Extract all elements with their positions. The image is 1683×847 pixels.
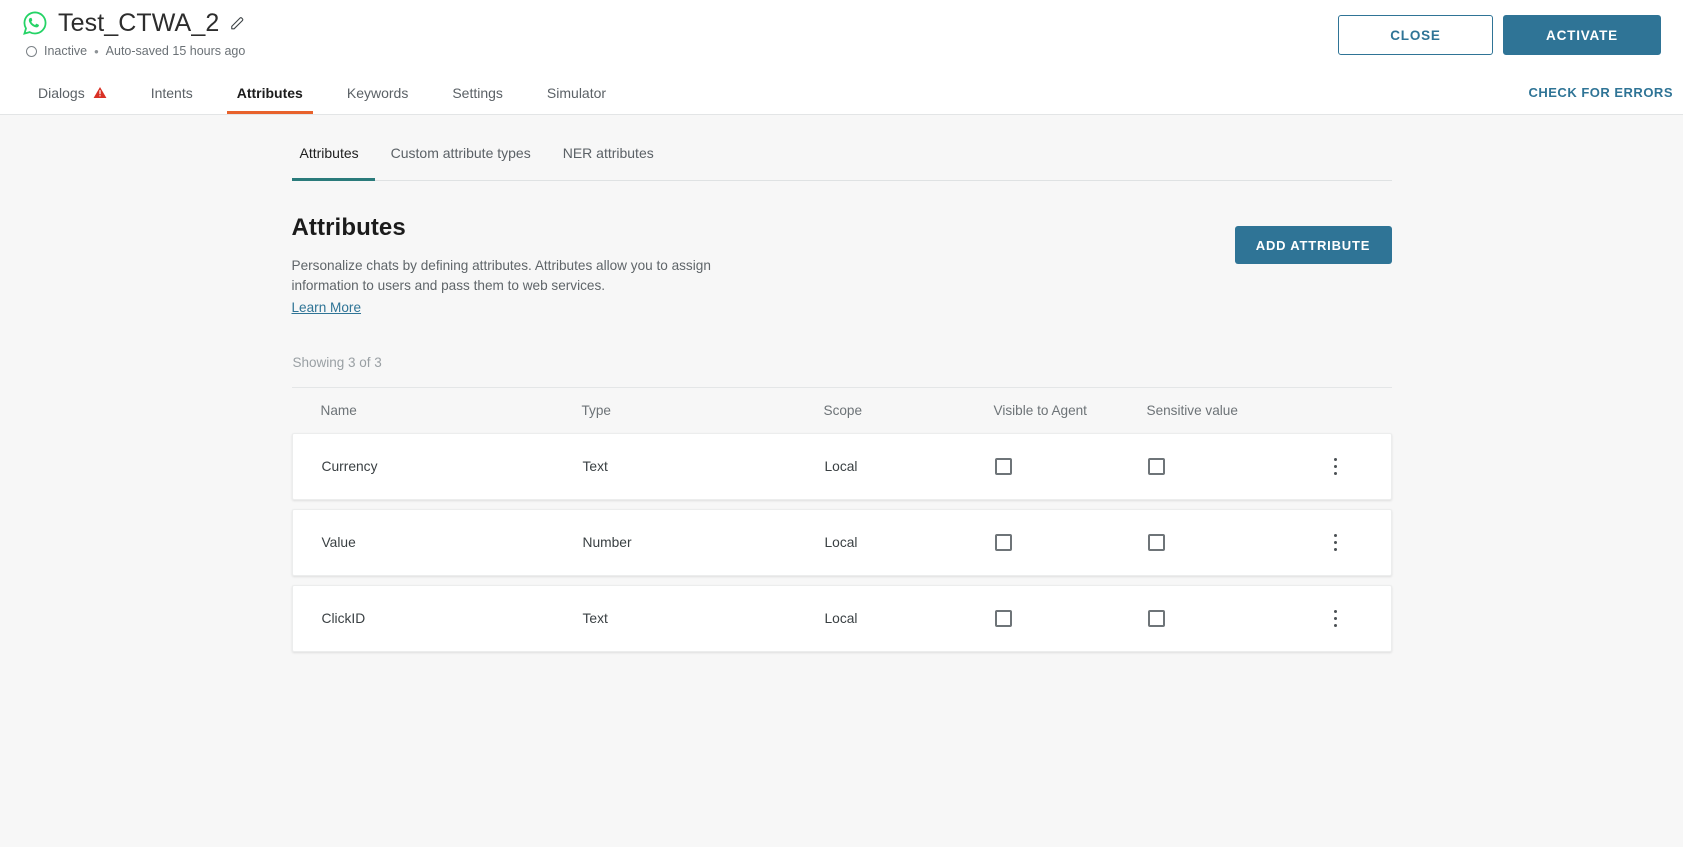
kebab-menu-icon[interactable] [1326, 456, 1346, 478]
kebab-menu-icon[interactable] [1326, 608, 1346, 630]
attributes-table-body: Currency Text Local Value Number Local C… [291, 433, 1392, 652]
subtab-custom-attribute-types[interactable]: Custom attribute types [375, 145, 547, 180]
cell-actions [1308, 532, 1364, 554]
column-header-name: Name [320, 403, 357, 418]
table-row[interactable]: Value Number Local [291, 509, 1392, 576]
cell-scope: Local [824, 535, 858, 550]
cell-visible-to-agent [994, 458, 1148, 475]
nav-tab-label: Keywords [346, 84, 409, 101]
nav-tab-label: Settings [452, 84, 503, 101]
content-inner: Attributes Custom attribute types NER at… [291, 115, 1392, 652]
content-area: Attributes Custom attribute types NER at… [0, 115, 1683, 652]
cell-type: Text [582, 459, 608, 474]
visible-to-agent-checkbox[interactable] [994, 610, 1012, 627]
visible-to-agent-checkbox[interactable] [994, 458, 1012, 475]
cell-name: Currency [321, 459, 378, 474]
column-header-scope: Scope [823, 403, 863, 418]
cell-name: Value [321, 535, 356, 550]
tab-keywords[interactable]: Keywords [325, 71, 430, 114]
status-badge: Inactive [44, 44, 88, 58]
cell-visible-to-agent [994, 610, 1148, 627]
main-nav: Dialogs Intents Attributes Keywords Sett… [0, 71, 1683, 115]
cell-name: ClickID [321, 611, 366, 626]
cell-sensitive-value [1147, 534, 1308, 551]
showing-count: Showing 3 of 3 [292, 355, 382, 370]
title-block: Test_CTWA_2 Inactive • Auto-saved 15 hou… [0, 0, 246, 58]
cell-type: Number [582, 535, 632, 550]
nav-tab-label: Dialogs [38, 84, 85, 101]
status-row: Inactive • Auto-saved 15 hours ago [26, 44, 246, 58]
autosave-text: Auto-saved 15 hours ago [105, 44, 246, 58]
nav-tab-label: Attributes [236, 84, 303, 101]
cell-sensitive-value [1147, 458, 1308, 475]
sensitive-value-checkbox[interactable] [1147, 610, 1165, 627]
cell-type: Text [582, 611, 608, 626]
cell-sensitive-value [1147, 610, 1308, 627]
table-row[interactable]: ClickID Text Local [291, 585, 1392, 652]
column-header-sensitive-value: Sensitive value [1146, 403, 1238, 418]
visible-to-agent-checkbox[interactable] [994, 534, 1012, 551]
section-header: Attributes Personalize chats by defining… [292, 181, 1392, 317]
subtab-label: NER attributes [562, 145, 654, 161]
close-button[interactable]: CLOSE [1338, 15, 1493, 55]
activate-button[interactable]: ACTIVATE [1503, 15, 1661, 55]
subtab-label: Custom attribute types [390, 145, 531, 161]
nav-tab-list: Dialogs Intents Attributes Keywords Sett… [26, 71, 628, 114]
whatsapp-icon [22, 10, 48, 36]
cell-scope: Local [824, 611, 858, 626]
tab-simulator[interactable]: Simulator [525, 71, 628, 114]
add-attribute-button[interactable]: ADD ATTRIBUTE [1234, 226, 1392, 264]
sensitive-value-checkbox[interactable] [1147, 534, 1165, 551]
table-header-row: Name Type Scope Visible to Agent Sensiti… [291, 387, 1392, 433]
sensitive-value-checkbox[interactable] [1147, 458, 1165, 475]
check-for-errors-button[interactable]: CHECK FOR ERRORS [1528, 71, 1673, 114]
subtab-ner-attributes[interactable]: NER attributes [547, 145, 670, 180]
learn-more-link[interactable]: Learn More [292, 300, 362, 315]
title-row: Test_CTWA_2 [22, 8, 246, 38]
column-header-visible-to-agent: Visible to Agent [993, 403, 1087, 418]
cell-actions [1308, 608, 1364, 630]
column-header-type: Type [581, 403, 611, 418]
status-indicator-icon [26, 45, 37, 57]
table-row[interactable]: Currency Text Local [291, 433, 1392, 500]
page-title: Test_CTWA_2 [58, 9, 220, 37]
tab-attributes[interactable]: Attributes [215, 71, 325, 114]
section-actions: ADD ATTRIBUTE [1234, 214, 1392, 264]
tab-dialogs[interactable]: Dialogs [26, 71, 129, 114]
nav-tab-label: Simulator [546, 84, 607, 101]
pencil-icon[interactable] [229, 15, 246, 32]
tab-intents[interactable]: Intents [129, 71, 215, 114]
kebab-menu-icon[interactable] [1326, 532, 1346, 554]
nav-tab-label: Intents [150, 84, 193, 101]
section-description: Personalize chats by defining attributes… [291, 258, 711, 293]
cell-actions [1308, 456, 1364, 478]
subtab-label: Attributes [299, 145, 359, 161]
cell-scope: Local [824, 459, 858, 474]
header-actions: CLOSE ACTIVATE [1338, 0, 1683, 55]
section-title: Attributes [291, 214, 406, 241]
tab-settings[interactable]: Settings [430, 71, 525, 114]
warning-triangle-icon [93, 86, 107, 99]
subtab-attributes[interactable]: Attributes [291, 145, 375, 181]
cell-visible-to-agent [994, 534, 1148, 551]
separator: • [94, 43, 99, 59]
section-text-block: Attributes Personalize chats by defining… [292, 214, 712, 317]
app-header: Test_CTWA_2 Inactive • Auto-saved 15 hou… [0, 0, 1683, 71]
attributes-subtabs: Attributes Custom attribute types NER at… [291, 145, 1392, 181]
